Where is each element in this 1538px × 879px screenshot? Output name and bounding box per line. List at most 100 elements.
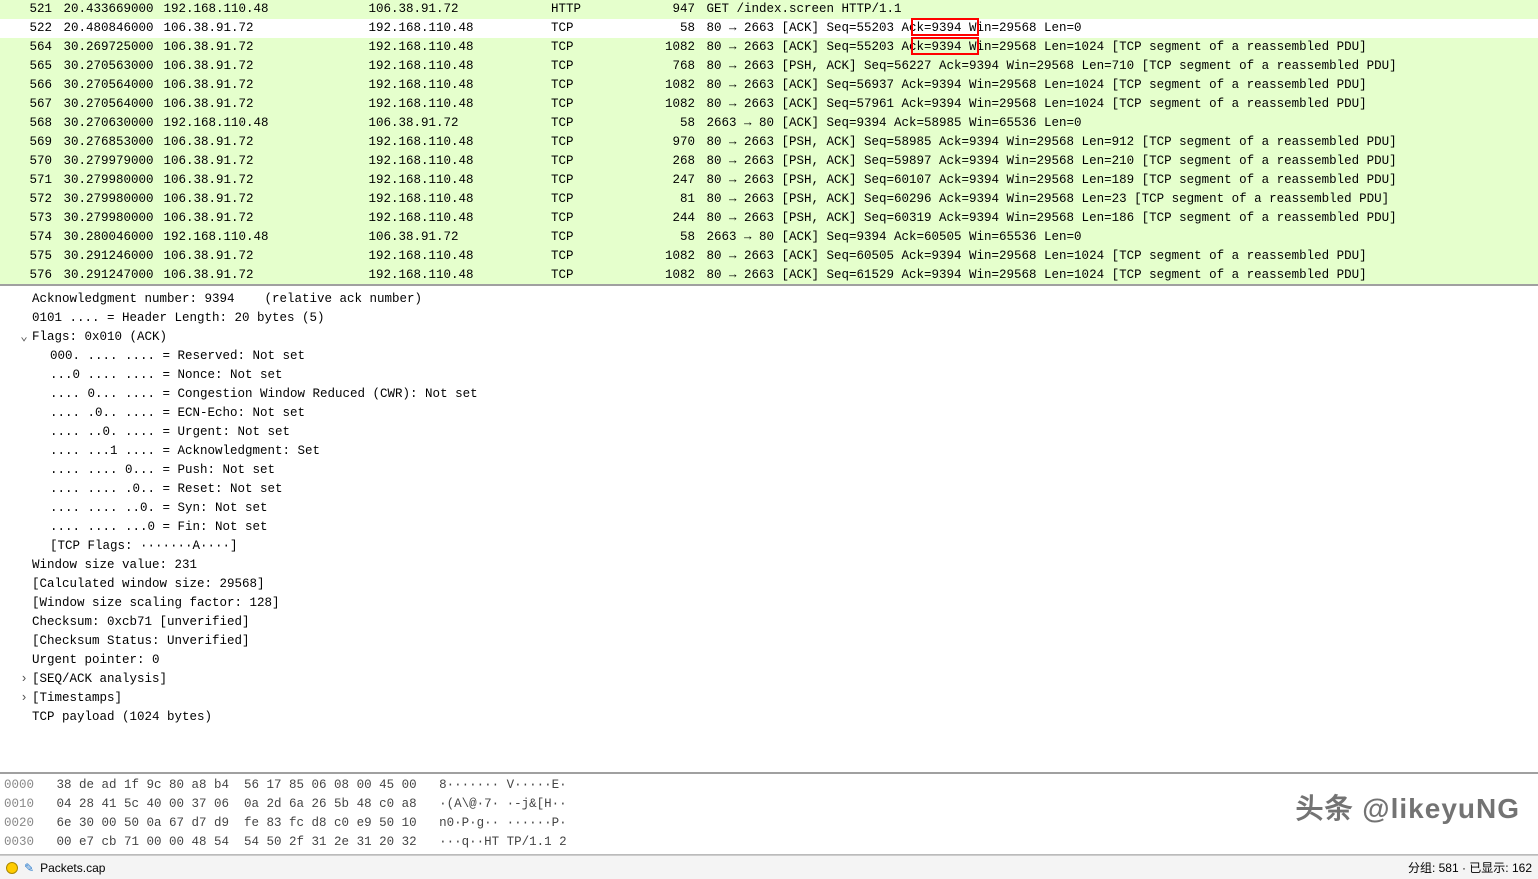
col-no: 566 <box>8 76 52 95</box>
col-destination: 192.168.110.48 <box>357 76 532 95</box>
detail-line[interactable]: ›[Timestamps] <box>14 689 1530 708</box>
detail-text: .... .... ...0 = Fin: Not set <box>50 518 268 537</box>
detail-line[interactable]: .... ...1 .... = Acknowledgment: Set <box>14 442 1530 461</box>
col-source: 106.38.91.72 <box>152 247 357 266</box>
packet-row[interactable]: 570 30.279979000 106.38.91.72 192.168.11… <box>0 152 1538 171</box>
detail-line[interactable]: .... .... ...0 = Fin: Not set <box>14 518 1530 537</box>
col-no: 521 <box>8 0 52 19</box>
col-time: 30.280046000 <box>52 228 152 247</box>
expand-icon[interactable]: › <box>18 670 30 689</box>
detail-line[interactable]: [Calculated window size: 29568] <box>14 575 1530 594</box>
col-info: 80 → 2663 [ACK] Seq=56937 Ack=9394 Win=2… <box>695 76 1538 95</box>
col-time: 30.279979000 <box>52 152 152 171</box>
col-destination: 192.168.110.48 <box>357 152 532 171</box>
detail-line[interactable]: 0101 .... = Header Length: 20 bytes (5) <box>14 309 1530 328</box>
packet-row[interactable]: 568 30.270630000 192.168.110.48 106.38.9… <box>0 114 1538 133</box>
detail-text: .... .0.. .... = ECN-Echo: Not set <box>50 404 305 423</box>
col-protocol: TCP <box>532 57 647 76</box>
packet-list-pane[interactable]: 521 20.433669000 192.168.110.48 106.38.9… <box>0 0 1538 286</box>
packet-row[interactable]: 522 20.480846000 106.38.91.72 192.168.11… <box>0 19 1538 38</box>
hex-offset: 0030 <box>4 835 57 849</box>
col-source: 192.168.110.48 <box>152 114 357 133</box>
detail-line[interactable]: .... 0... .... = Congestion Window Reduc… <box>14 385 1530 404</box>
detail-line[interactable]: .... .... .0.. = Reset: Not set <box>14 480 1530 499</box>
detail-line[interactable]: Checksum: 0xcb71 [unverified] <box>14 613 1530 632</box>
detail-line[interactable]: ...0 .... .... = Nonce: Not set <box>14 366 1530 385</box>
detail-line[interactable]: Acknowledgment number: 9394 (relative ac… <box>14 290 1530 309</box>
col-no: 576 <box>8 266 52 285</box>
col-destination: 192.168.110.48 <box>357 38 532 57</box>
packet-row[interactable]: 567 30.270564000 106.38.91.72 192.168.11… <box>0 95 1538 114</box>
col-length: 244 <box>647 209 695 228</box>
col-protocol: TCP <box>532 266 647 285</box>
packet-row[interactable]: 565 30.270563000 106.38.91.72 192.168.11… <box>0 57 1538 76</box>
col-destination: 106.38.91.72 <box>357 114 532 133</box>
hex-offset: 0010 <box>4 797 57 811</box>
col-protocol: TCP <box>532 38 647 57</box>
detail-text: .... 0... .... = Congestion Window Reduc… <box>50 385 478 404</box>
hex-bytes: 04 28 41 5c 40 00 37 06 0a 2d 6a 26 5b 4… <box>57 797 440 811</box>
detail-line[interactable]: Window size value: 231 <box>14 556 1530 575</box>
packet-row[interactable]: 571 30.279980000 106.38.91.72 192.168.11… <box>0 171 1538 190</box>
packet-details-pane[interactable]: Acknowledgment number: 9394 (relative ac… <box>0 286 1538 774</box>
detail-line[interactable]: .... .0.. .... = ECN-Echo: Not set <box>14 404 1530 423</box>
detail-text: [Timestamps] <box>32 689 122 708</box>
detail-line[interactable]: [TCP Flags: ·······A····] <box>14 537 1530 556</box>
collapse-icon[interactable]: ⌄ <box>18 328 30 347</box>
packet-row[interactable]: 574 30.280046000 192.168.110.48 106.38.9… <box>0 228 1538 247</box>
detail-text: [Checksum Status: Unverified] <box>32 632 250 651</box>
packet-row[interactable]: 576 30.291247000 106.38.91.72 192.168.11… <box>0 266 1538 285</box>
packet-row[interactable]: 521 20.433669000 192.168.110.48 106.38.9… <box>0 0 1538 19</box>
capture-file-label: Packets.cap <box>40 861 105 875</box>
col-destination: 192.168.110.48 <box>357 133 532 152</box>
detail-text: [TCP Flags: ·······A····] <box>50 537 238 556</box>
col-source: 106.38.91.72 <box>152 171 357 190</box>
packet-row[interactable]: 566 30.270564000 106.38.91.72 192.168.11… <box>0 76 1538 95</box>
detail-line[interactable]: 000. .... .... = Reserved: Not set <box>14 347 1530 366</box>
expand-icon[interactable]: › <box>18 689 30 708</box>
packet-row[interactable]: 573 30.279980000 106.38.91.72 192.168.11… <box>0 209 1538 228</box>
packet-bytes-pane[interactable]: 0000 38 de ad 1f 9c 80 a8 b4 56 17 85 06… <box>0 774 1538 855</box>
col-source: 106.38.91.72 <box>152 95 357 114</box>
detail-line[interactable]: .... ..0. .... = Urgent: Not set <box>14 423 1530 442</box>
col-source: 106.38.91.72 <box>152 38 357 57</box>
annotation-highlight <box>911 37 979 55</box>
detail-line[interactable]: .... .... 0... = Push: Not set <box>14 461 1530 480</box>
col-no: 570 <box>8 152 52 171</box>
col-source: 106.38.91.72 <box>152 57 357 76</box>
detail-line[interactable]: TCP payload (1024 bytes) <box>14 708 1530 727</box>
detail-text: Urgent pointer: 0 <box>32 651 160 670</box>
hex-row[interactable]: 0000 38 de ad 1f 9c 80 a8 b4 56 17 85 06… <box>4 776 1534 795</box>
detail-text: 000. .... .... = Reserved: Not set <box>50 347 305 366</box>
detail-line[interactable]: [Checksum Status: Unverified] <box>14 632 1530 651</box>
hex-row[interactable]: 0030 00 e7 cb 71 00 00 48 54 54 50 2f 31… <box>4 833 1534 852</box>
detail-text: .... .... ..0. = Syn: Not set <box>50 499 268 518</box>
col-length: 58 <box>647 114 695 133</box>
detail-line[interactable]: Urgent pointer: 0 <box>14 651 1530 670</box>
col-length: 947 <box>647 0 695 19</box>
annotation-highlight <box>911 18 979 36</box>
detail-line[interactable]: ⌄Flags: 0x010 (ACK) <box>14 328 1530 347</box>
col-destination: 192.168.110.48 <box>357 190 532 209</box>
detail-line[interactable]: .... .... ..0. = Syn: Not set <box>14 499 1530 518</box>
detail-line[interactable]: [Window size scaling factor: 128] <box>14 594 1530 613</box>
col-protocol: HTTP <box>532 0 647 19</box>
hex-row[interactable]: 0010 04 28 41 5c 40 00 37 06 0a 2d 6a 26… <box>4 795 1534 814</box>
packet-row[interactable]: 575 30.291246000 106.38.91.72 192.168.11… <box>0 247 1538 266</box>
col-time: 30.279980000 <box>52 171 152 190</box>
col-time: 30.270563000 <box>52 57 152 76</box>
packet-row[interactable]: 572 30.279980000 106.38.91.72 192.168.11… <box>0 190 1538 209</box>
hex-ascii: ···q··HT TP/1.1 2 <box>439 835 567 849</box>
col-destination: 192.168.110.48 <box>357 209 532 228</box>
hex-row[interactable]: 0020 6e 30 00 50 0a 67 d7 d9 fe 83 fc d8… <box>4 814 1534 833</box>
col-time: 20.433669000 <box>52 0 152 19</box>
packet-row[interactable]: 564 30.269725000 106.38.91.72 192.168.11… <box>0 38 1538 57</box>
detail-text: 0101 .... = Header Length: 20 bytes (5) <box>32 309 325 328</box>
col-length: 81 <box>647 190 695 209</box>
col-no: 565 <box>8 57 52 76</box>
detail-line[interactable]: ›[SEQ/ACK analysis] <box>14 670 1530 689</box>
col-source: 192.168.110.48 <box>152 0 357 19</box>
col-source: 106.38.91.72 <box>152 133 357 152</box>
col-source: 106.38.91.72 <box>152 152 357 171</box>
packet-row[interactable]: 569 30.276853000 106.38.91.72 192.168.11… <box>0 133 1538 152</box>
